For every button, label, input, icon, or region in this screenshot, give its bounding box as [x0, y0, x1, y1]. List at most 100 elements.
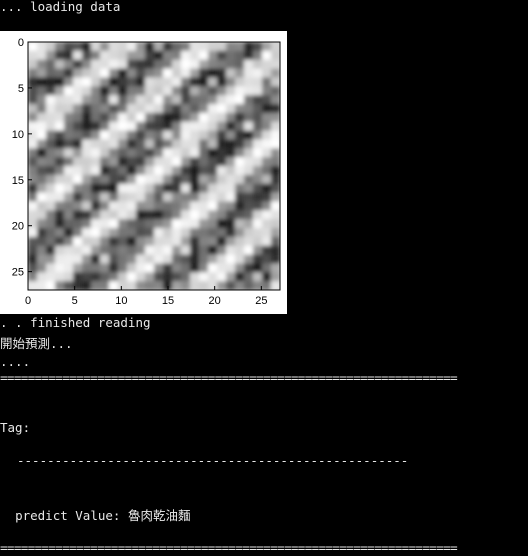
pixel-cell — [82, 183, 92, 194]
pixel-cell — [82, 59, 92, 70]
pixel-cell — [46, 157, 56, 167]
pixel-cell — [100, 42, 110, 52]
pixel-cell — [28, 139, 38, 149]
pixel-cell — [46, 95, 56, 105]
pixel-cell — [118, 245, 128, 256]
pixel-cell — [55, 272, 65, 282]
pixel-cell — [181, 281, 191, 290]
pixel-cell — [190, 272, 200, 282]
pixel-cell — [37, 59, 47, 70]
pixel-cell — [73, 183, 83, 194]
pixel-cell — [163, 68, 173, 79]
pixel-cell — [73, 50, 83, 61]
pixel-cell — [190, 174, 200, 185]
pixel-cell — [163, 201, 173, 211]
pixel-cell — [226, 121, 236, 132]
pixel-cell — [118, 254, 128, 265]
pixel-cell — [217, 254, 227, 265]
pixel-cell — [181, 210, 191, 220]
pixel-cell — [190, 50, 200, 61]
pixel-cell — [271, 183, 280, 194]
pixel-cell — [136, 95, 146, 105]
pixel-cell — [253, 236, 263, 247]
pixel-cell — [145, 95, 155, 105]
pixel-cell — [190, 245, 200, 256]
pixel-cell — [199, 157, 209, 167]
pixel-cell — [253, 59, 263, 70]
pixel-cell — [37, 228, 47, 238]
pixel-cell — [262, 245, 272, 256]
pixel-cell — [208, 42, 218, 52]
pixel-cell — [136, 112, 146, 123]
pixel-cell — [253, 254, 263, 265]
pixel-cell — [262, 42, 272, 52]
pixel-cell — [271, 148, 280, 158]
pixel-cell — [118, 112, 128, 123]
pixel-cell — [271, 95, 280, 105]
pixel-cell — [73, 236, 83, 247]
pixel-cell — [136, 50, 146, 61]
pixel-cell — [154, 104, 164, 114]
pixel-cell — [154, 183, 164, 194]
pixel-cell — [172, 192, 182, 203]
pixel-cell — [145, 50, 155, 61]
pixel-cell — [118, 281, 128, 290]
pixel-cell — [244, 86, 254, 96]
pixel-cell — [226, 228, 236, 238]
pixel-cell — [127, 174, 137, 185]
pixel-cell — [271, 86, 280, 96]
pixel-cell — [154, 50, 164, 61]
pixel-cell — [91, 112, 101, 123]
pixel-cell — [181, 50, 191, 61]
pixel-cell — [55, 210, 65, 220]
pixel-cell — [262, 104, 272, 114]
pixel-cell — [82, 86, 92, 96]
pixel-cell — [37, 263, 47, 273]
pixel-cell — [64, 210, 74, 220]
pixel-cell — [136, 210, 146, 220]
pixel-cell — [136, 183, 146, 194]
pixel-cell — [199, 104, 209, 114]
pixel-cell — [136, 157, 146, 167]
pixel-cell — [190, 228, 200, 238]
pixel-cell — [172, 228, 182, 238]
pixel-cell — [73, 254, 83, 265]
pixel-cell — [127, 281, 137, 290]
console-line-finished: . . finished reading — [0, 315, 151, 330]
image-pixels — [28, 42, 280, 290]
pixel-cell — [253, 157, 263, 167]
pixel-cell — [100, 166, 110, 176]
pixel-cell — [145, 157, 155, 167]
pixel-cell — [217, 86, 227, 96]
pixel-cell — [181, 148, 191, 158]
pixel-cell — [127, 192, 137, 203]
pixel-cell — [118, 139, 128, 149]
pixel-cell — [109, 139, 119, 149]
pixel-cell — [100, 77, 110, 87]
pixel-cell — [127, 245, 137, 256]
pixel-cell — [235, 236, 245, 247]
pixel-cell — [208, 121, 218, 132]
pixel-cell — [46, 236, 56, 247]
pixel-cell — [235, 272, 245, 282]
pixel-cell — [163, 121, 173, 132]
pixel-cell — [235, 201, 245, 211]
pixel-cell — [136, 263, 146, 273]
pixel-cell — [172, 166, 182, 176]
pixel-cell — [127, 263, 137, 273]
pixel-cell — [181, 139, 191, 149]
pixel-cell — [145, 139, 155, 149]
pixel-cell — [118, 104, 128, 114]
pixel-cell — [91, 236, 101, 247]
pixel-cell — [226, 166, 236, 176]
pixel-cell — [28, 281, 38, 290]
pixel-cell — [73, 68, 83, 79]
pixel-cell — [253, 272, 263, 282]
pixel-cell — [172, 121, 182, 132]
pixel-cell — [37, 272, 47, 282]
pixel-cell — [262, 210, 272, 220]
pixel-cell — [100, 219, 110, 229]
pixel-cell — [109, 104, 119, 114]
pixel-cell — [127, 139, 137, 149]
pixel-cell — [73, 174, 83, 185]
